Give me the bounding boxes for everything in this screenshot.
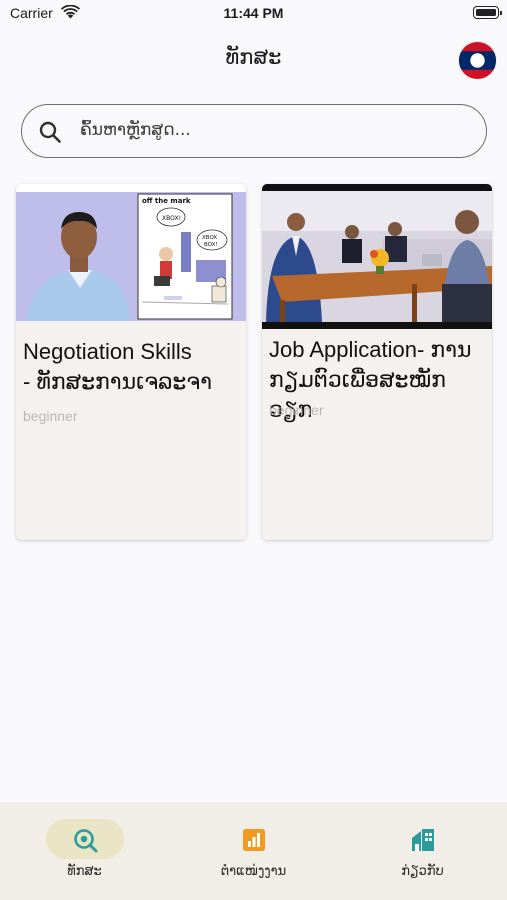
negotiation-video-thumbnail: off the mark XBOX! XBOX BOX! — [16, 184, 246, 321]
tab-label: ທັກສະ — [67, 864, 102, 879]
svg-text:XBOX!: XBOX! — [162, 215, 181, 222]
battery-icon — [473, 6, 502, 19]
search-bar[interactable]: ຄົ້ນຫາຫຼັກສູດ... — [21, 104, 487, 158]
course-card[interactable]: Job Application- ການ ກຽມຕົວເພື່ອສະໝັກວຽກ… — [262, 184, 492, 540]
course-card[interactable]: off the mark XBOX! XBOX BOX! Negotiation… — [16, 184, 246, 540]
course-title-line: Negotiation Skills — [23, 339, 192, 364]
tab-label: ກ່ຽວກັບ — [401, 864, 444, 879]
tab-skills[interactable]: ທັກສະ — [0, 802, 169, 900]
course-title: Negotiation Skills - ທັກສະການເຈລະຈາ — [23, 337, 243, 397]
tab-label: ຕຳແໜ່ງງານ — [220, 864, 287, 879]
page-title: ທັກສະ — [225, 45, 282, 69]
tab-jobs[interactable]: ຕຳແໜ່ງງານ — [169, 802, 338, 900]
skills-search-icon — [74, 829, 98, 853]
course-level: beginner — [269, 402, 324, 418]
jobs-chart-icon — [243, 829, 265, 851]
svg-text:off the mark: off the mark — [142, 197, 191, 205]
about-building-icon — [412, 829, 434, 851]
svg-text:BOX!: BOX! — [204, 242, 218, 248]
bottom-tab-bar: ທັກສະ ຕຳແໜ່ງງານ ກ່ຽວກັບ — [0, 802, 507, 900]
job-application-video-thumbnail — [262, 184, 492, 329]
status-bar: Carrier 11:44 PM — [0, 0, 507, 28]
course-title-line: Job Application- ການ — [269, 337, 472, 362]
clock: 11:44 PM — [223, 5, 284, 21]
course-title-line: - ທັກສະການເຈລະຈາ — [23, 369, 213, 394]
course-level: beginner — [23, 408, 78, 424]
laos-flag-icon[interactable] — [459, 42, 496, 79]
tab-about[interactable]: ກ່ຽວກັບ — [338, 802, 507, 900]
svg-text:XBOX: XBOX — [202, 235, 217, 241]
search-icon — [39, 121, 61, 143]
search-input[interactable]: ຄົ້ນຫາຫຼັກສູດ... — [80, 120, 191, 140]
